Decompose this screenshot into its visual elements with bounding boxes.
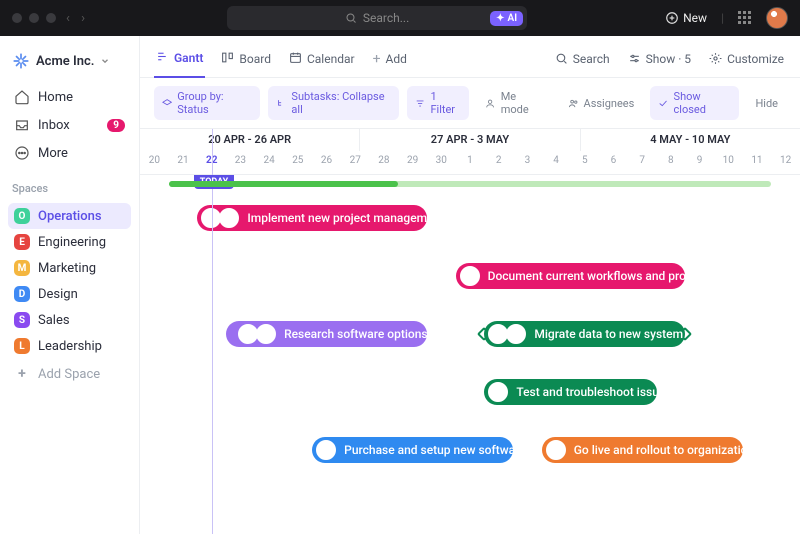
assignee-avatar[interactable] — [488, 324, 508, 344]
filter-icon — [415, 98, 425, 109]
calendar-icon — [289, 51, 302, 67]
subtasks-chip[interactable]: Subtasks: Collapse all — [268, 86, 399, 120]
inbox-badge: 9 — [107, 119, 125, 132]
assignee-avatar[interactable] — [506, 324, 526, 344]
view-search[interactable]: Search — [553, 46, 612, 76]
users-icon — [568, 98, 579, 109]
sidebar-space-sales[interactable]: S Sales — [8, 307, 131, 333]
space-color-icon: M — [14, 260, 30, 276]
task-label: Purchase and setup new software — [344, 443, 526, 457]
nav-home[interactable]: Home — [8, 84, 131, 110]
more-icon — [14, 145, 30, 161]
global-search[interactable]: Search... ✦ AI — [227, 6, 527, 30]
sliders-icon — [628, 52, 641, 65]
new-button[interactable]: New — [665, 11, 707, 25]
space-color-icon: S — [14, 312, 30, 328]
subtask-icon — [276, 98, 286, 109]
board-icon — [221, 51, 234, 67]
view-customize[interactable]: Customize — [707, 46, 786, 76]
tab-calendar[interactable]: Calendar — [287, 44, 357, 77]
assignees-chip[interactable]: Assignees — [560, 93, 643, 114]
gear-icon — [709, 52, 722, 65]
task-bar[interactable]: Go live and rollout to organization — [542, 437, 743, 463]
task-label: Implement new project management system — [247, 211, 486, 225]
sidebar-space-marketing[interactable]: M Marketing — [8, 255, 131, 281]
nav-more[interactable]: More — [8, 140, 131, 166]
ai-badge[interactable]: ✦ AI — [490, 11, 523, 26]
gantt-area[interactable]: 20 APR - 26 APR27 APR - 3 MAY4 MAY - 10 … — [140, 129, 800, 534]
progress-fill — [169, 181, 399, 187]
today-line — [212, 129, 213, 534]
assignee-avatar[interactable] — [488, 382, 508, 402]
group-by-chip[interactable]: Group by: Status — [154, 86, 260, 120]
space-label: Leadership — [38, 339, 102, 354]
task-bar[interactable]: Implement new project management system — [197, 205, 427, 231]
day-header: 2021222324252627282930123456789101112 — [140, 151, 800, 175]
space-color-icon: D — [14, 286, 30, 302]
window-controls[interactable] — [12, 13, 56, 23]
apps-grid-icon[interactable] — [738, 11, 752, 25]
sidebar-space-engineering[interactable]: E Engineering — [8, 229, 131, 255]
task-bar[interactable]: Test and troubleshoot issues — [484, 379, 656, 405]
space-color-icon: E — [14, 234, 30, 250]
search-icon — [555, 52, 568, 65]
me-mode-chip[interactable]: Me mode — [477, 86, 551, 120]
user-avatar[interactable] — [766, 7, 788, 29]
space-label: Design — [38, 287, 78, 302]
assignee-avatar[interactable] — [219, 208, 239, 228]
tab-board[interactable]: Board — [219, 44, 273, 77]
filter-bar: Group by: Status Subtasks: Collapse all … — [140, 78, 800, 129]
add-space[interactable]: + Add Space — [8, 361, 131, 387]
space-label: Operations — [38, 209, 102, 224]
view-tabs: GanttBoardCalendar +Add Search Show · 5 … — [140, 36, 800, 78]
view-show[interactable]: Show · 5 — [626, 46, 693, 76]
main-panel: GanttBoardCalendar +Add Search Show · 5 … — [140, 36, 800, 534]
home-icon — [14, 89, 30, 105]
show-closed-chip[interactable]: Show closed — [650, 86, 739, 120]
window-titlebar: ‹ › Search... ✦ AI New | — [0, 0, 800, 36]
search-placeholder: Search... — [363, 11, 409, 25]
inbox-icon — [14, 117, 30, 133]
assignee-avatar[interactable] — [546, 440, 566, 460]
workspace-switcher[interactable]: Acme Inc. — [8, 46, 131, 82]
workspace-logo-icon — [12, 52, 30, 70]
task-label: Document current workflows and processes — [488, 269, 724, 283]
assignee-avatar[interactable] — [238, 324, 258, 344]
space-label: Engineering — [38, 235, 106, 250]
task-bar[interactable]: Purchase and setup new software — [312, 437, 513, 463]
assignee-avatar[interactable] — [316, 440, 336, 460]
layers-icon — [162, 98, 172, 109]
space-color-icon: L — [14, 338, 30, 354]
sidebar-space-operations[interactable]: O Operations — [8, 203, 131, 229]
space-color-icon: O — [14, 208, 30, 224]
gantt-icon — [156, 50, 169, 66]
plus-circle-icon — [665, 11, 679, 25]
task-bar[interactable]: Migrate data to new system — [484, 321, 685, 347]
chevron-down-icon — [100, 56, 110, 66]
task-label: Test and troubleshoot issues — [516, 385, 671, 399]
nav-inbox[interactable]: Inbox 9 — [8, 112, 131, 138]
filter-chip[interactable]: 1 Filter — [407, 86, 469, 120]
check-icon — [658, 98, 668, 109]
search-icon — [345, 12, 357, 24]
space-label: Sales — [38, 313, 70, 328]
assignee-avatar[interactable] — [460, 266, 480, 286]
tab-gantt[interactable]: Gantt — [154, 44, 205, 78]
sidebar-space-leadership[interactable]: L Leadership — [8, 333, 131, 359]
week-header: 20 APR - 26 APR27 APR - 3 MAY4 MAY - 10 … — [140, 129, 800, 151]
sidebar-space-design[interactable]: D Design — [8, 281, 131, 307]
space-label: Marketing — [38, 261, 96, 276]
task-bar[interactable]: Document current workflows and processes — [456, 263, 686, 289]
task-label: Go live and rollout to organization — [574, 443, 754, 457]
task-label: Research software options — [284, 327, 428, 341]
spaces-label: Spaces — [8, 168, 131, 201]
task-bar[interactable]: Research software options — [226, 321, 427, 347]
task-label: Migrate data to new system — [534, 327, 683, 341]
user-icon — [485, 98, 495, 109]
assignee-avatar[interactable] — [256, 324, 276, 344]
sidebar: Acme Inc. Home Inbox 9 More Spaces O Oper… — [0, 36, 140, 534]
add-view[interactable]: +Add — [371, 45, 409, 77]
history-nav[interactable]: ‹ › — [66, 11, 89, 26]
hide-filters[interactable]: Hide — [747, 93, 786, 114]
